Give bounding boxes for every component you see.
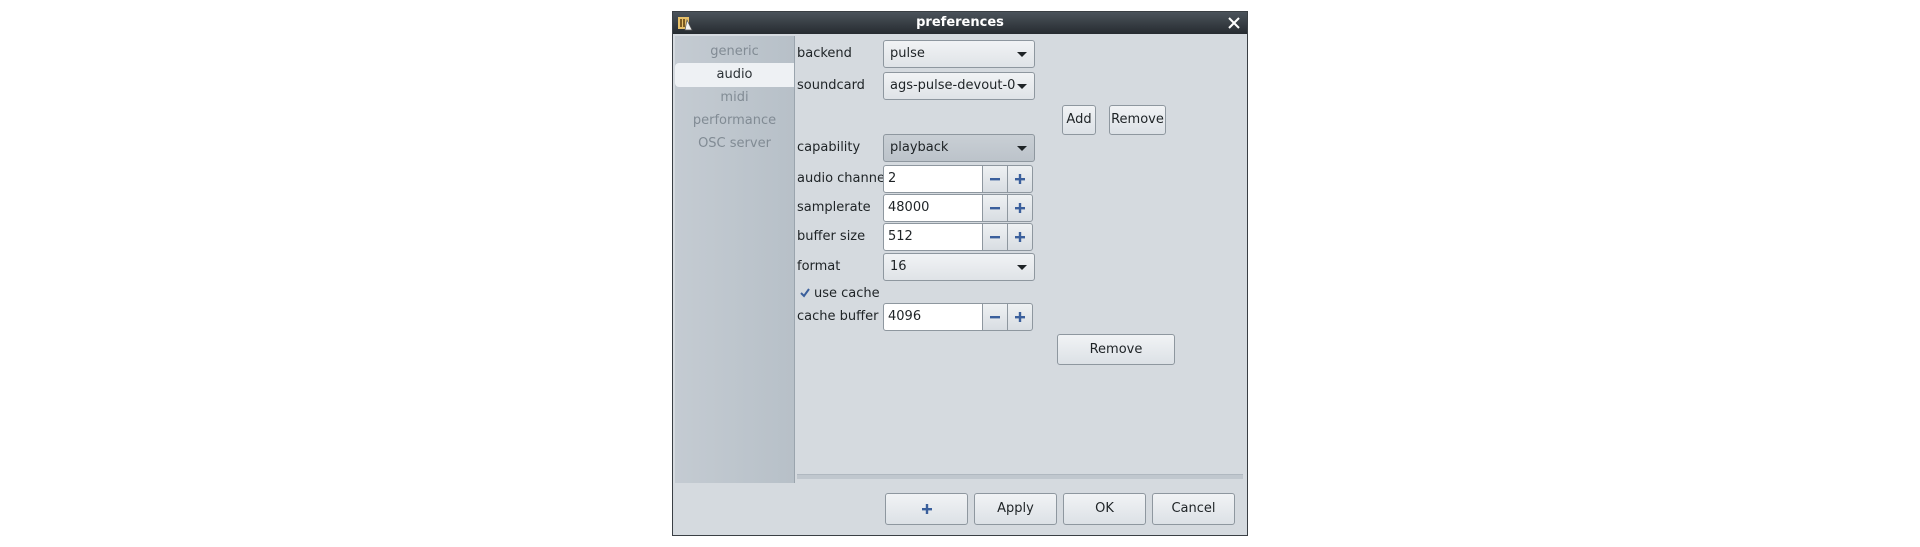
remove-backend-button[interactable]: Remove [1109, 105, 1166, 135]
chevron-down-icon [1017, 52, 1027, 57]
plus-icon [1015, 232, 1025, 242]
chevron-down-icon [1017, 146, 1027, 151]
capability-label: capability [797, 140, 861, 155]
buffer-size-increment-button[interactable] [1007, 223, 1033, 251]
samplerate-increment-button[interactable] [1007, 194, 1033, 222]
samplerate-decrement-button[interactable] [982, 194, 1008, 222]
audio-channels-spinner: 2 [883, 165, 1035, 193]
close-icon[interactable] [1225, 14, 1243, 32]
audio-channels-increment-button[interactable] [1007, 165, 1033, 193]
buffer-size-spinner: 512 [883, 223, 1035, 251]
use-cache-label: use cache [814, 286, 880, 301]
sidebar-item-midi[interactable]: midi [675, 86, 794, 110]
preferences-sidebar: generic audio midi performance OSC serve… [675, 36, 795, 483]
plus-icon [1015, 174, 1025, 184]
soundcard-value: ags-pulse-devout-0 [890, 78, 1016, 93]
cancel-button[interactable]: Cancel [1152, 493, 1235, 525]
backend-select[interactable]: pulse [883, 40, 1035, 68]
minus-icon [990, 236, 1000, 239]
samplerate-spinner: 48000 [883, 194, 1035, 222]
cache-buffer-size-input[interactable]: 4096 [883, 303, 983, 331]
buffer-size-decrement-button[interactable] [982, 223, 1008, 251]
add-button[interactable] [885, 493, 968, 525]
plus-icon [1015, 203, 1025, 213]
title-bar[interactable]: preferences [673, 12, 1247, 34]
cache-buffer-size-increment-button[interactable] [1007, 303, 1033, 331]
window-title: preferences [916, 15, 1004, 30]
ok-button[interactable]: OK [1063, 493, 1146, 525]
cache-buffer-size-decrement-button[interactable] [982, 303, 1008, 331]
preferences-window: preferences generic audio midi performan… [672, 11, 1248, 536]
minus-icon [990, 178, 1000, 181]
plus-icon [921, 504, 932, 514]
audio-preferences-panel: backend pulse soundcard ags-pulse-devout… [795, 36, 1245, 483]
remove-soundcard-button[interactable]: Remove [1057, 334, 1175, 365]
samplerate-label: samplerate [797, 200, 871, 215]
format-label: format [797, 259, 841, 274]
soundcard-label: soundcard [797, 78, 865, 93]
minus-icon [990, 316, 1000, 319]
minus-icon [990, 207, 1000, 210]
apply-button[interactable]: Apply [974, 493, 1057, 525]
sidebar-item-osc-server[interactable]: OSC server [675, 132, 794, 156]
soundcard-select[interactable]: ags-pulse-devout-0 [883, 72, 1035, 100]
format-value: 16 [890, 259, 907, 274]
samplerate-input[interactable]: 48000 [883, 194, 983, 222]
audio-channels-input[interactable]: 2 [883, 165, 983, 193]
capability-value: playback [890, 140, 949, 155]
backend-label: backend [797, 46, 852, 61]
sidebar-item-performance[interactable]: performance [675, 109, 794, 133]
add-soundcard-button[interactable]: Add [1062, 105, 1096, 135]
chevron-down-icon [1017, 265, 1027, 270]
sidebar-item-audio[interactable]: audio [675, 63, 794, 87]
panel-divider [797, 474, 1243, 479]
backend-value: pulse [890, 46, 925, 61]
use-cache-checkbox[interactable] [797, 285, 813, 301]
audio-channels-decrement-button[interactable] [982, 165, 1008, 193]
buffer-size-input[interactable]: 512 [883, 223, 983, 251]
capability-select[interactable]: playback [883, 134, 1035, 162]
buffer-size-label: buffer size [797, 229, 866, 244]
plus-icon [1015, 312, 1025, 322]
audio-channels-label: audio channels [797, 171, 896, 186]
cache-buffer-size-spinner: 4096 [883, 303, 1035, 331]
chevron-down-icon [1017, 84, 1027, 89]
format-select[interactable]: 16 [883, 253, 1035, 281]
sidebar-item-generic[interactable]: generic [675, 40, 794, 64]
